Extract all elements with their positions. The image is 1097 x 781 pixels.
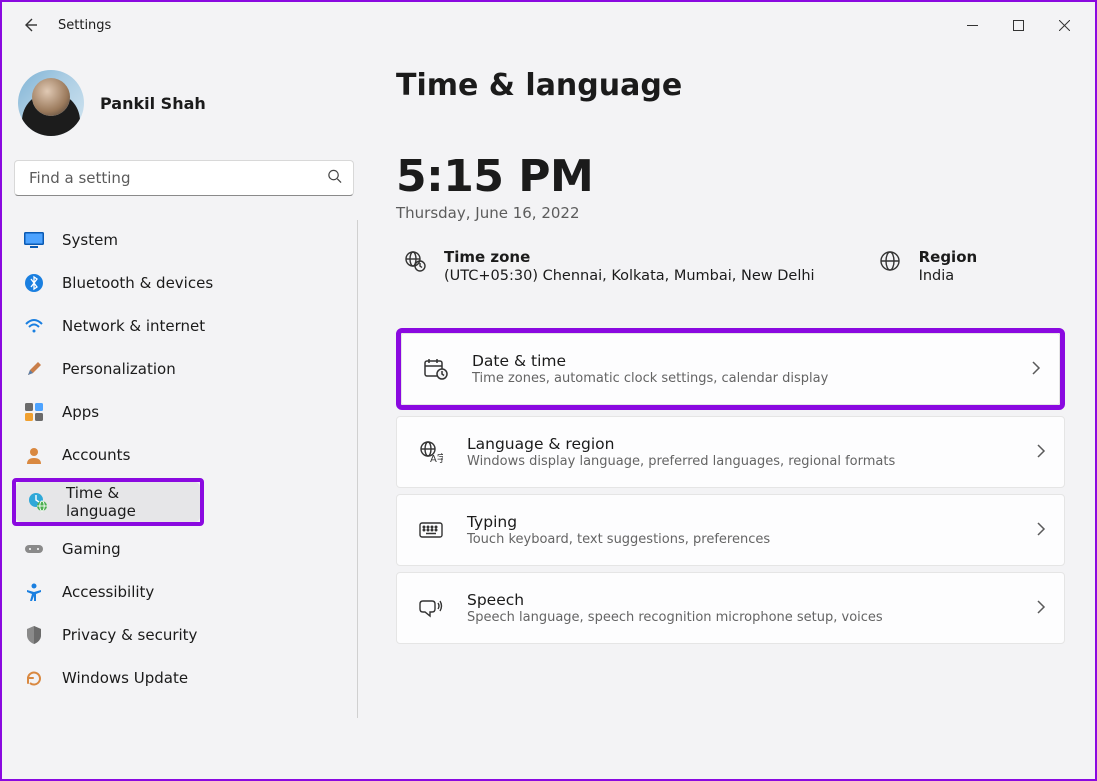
info-row: Time zone (UTC+05:30) Chennai, Kolkata, … bbox=[396, 248, 1065, 284]
sidebar-item-accounts[interactable]: Accounts bbox=[12, 435, 351, 475]
current-date: Thursday, June 16, 2022 bbox=[396, 204, 1065, 222]
shield-icon bbox=[24, 625, 44, 645]
card-title: Language & region bbox=[467, 435, 1012, 453]
calendar-clock-icon bbox=[424, 358, 448, 380]
person-icon bbox=[24, 445, 44, 465]
minimize-button[interactable] bbox=[949, 9, 995, 41]
sidebar-item-label: Accessibility bbox=[62, 583, 154, 601]
apps-icon bbox=[24, 402, 44, 422]
sidebar-item-label: Apps bbox=[62, 403, 99, 421]
search-wrap bbox=[14, 160, 354, 196]
avatar bbox=[18, 70, 84, 136]
chevron-right-icon bbox=[1031, 360, 1041, 379]
current-time: 5:15 PM bbox=[396, 151, 1065, 202]
minimize-icon bbox=[967, 20, 978, 31]
close-button[interactable] bbox=[1041, 9, 1087, 41]
region-label: Region bbox=[919, 248, 978, 266]
sidebar-item-label: Network & internet bbox=[62, 317, 205, 335]
language-region-icon: A字 bbox=[419, 441, 443, 463]
main-content: Time & language 5:15 PM Thursday, June 1… bbox=[364, 48, 1095, 779]
search-input[interactable] bbox=[14, 160, 354, 196]
update-icon bbox=[24, 668, 44, 688]
user-name: Pankil Shah bbox=[100, 94, 206, 113]
clock-globe-icon bbox=[28, 492, 48, 512]
timezone-block: Time zone (UTC+05:30) Chennai, Kolkata, … bbox=[404, 248, 815, 284]
speech-icon bbox=[419, 598, 443, 618]
sidebar-item-label: Time & language bbox=[66, 484, 188, 520]
card-sub: Touch keyboard, text suggestions, prefer… bbox=[467, 532, 1012, 547]
sidebar-item-apps[interactable]: Apps bbox=[12, 392, 351, 432]
card-typing[interactable]: Typing Touch keyboard, text suggestions,… bbox=[396, 494, 1065, 566]
sidebar-item-label: Personalization bbox=[62, 360, 176, 378]
card-list: Date & time Time zones, automatic clock … bbox=[396, 328, 1065, 644]
maximize-button[interactable] bbox=[995, 9, 1041, 41]
sidebar-item-label: Bluetooth & devices bbox=[62, 274, 213, 292]
nav: System Bluetooth & devices Network & int… bbox=[12, 220, 358, 718]
accessibility-icon bbox=[24, 582, 44, 602]
sidebar-item-label: Windows Update bbox=[62, 669, 188, 687]
sidebar-item-windows-update[interactable]: Windows Update bbox=[12, 658, 351, 698]
sidebar-item-label: Gaming bbox=[62, 540, 121, 558]
close-icon bbox=[1059, 20, 1070, 31]
user-account-block[interactable]: Pankil Shah bbox=[12, 56, 358, 160]
window-title: Settings bbox=[58, 18, 111, 33]
card-title: Speech bbox=[467, 591, 1012, 609]
search-icon bbox=[327, 169, 342, 188]
card-date-time[interactable]: Date & time Time zones, automatic clock … bbox=[401, 333, 1060, 405]
region-block: Region India bbox=[879, 248, 978, 284]
card-language-region[interactable]: A字 Language & region Windows display lan… bbox=[396, 416, 1065, 488]
sidebar-item-label: Privacy & security bbox=[62, 626, 197, 644]
sidebar-item-label: Accounts bbox=[62, 446, 130, 464]
card-title: Date & time bbox=[472, 352, 1007, 370]
chevron-right-icon bbox=[1036, 443, 1046, 462]
card-sub: Speech language, speech recognition micr… bbox=[467, 610, 1012, 625]
card-sub: Time zones, automatic clock settings, ca… bbox=[472, 371, 1007, 386]
page-title: Time & language bbox=[396, 68, 1065, 103]
back-button[interactable] bbox=[10, 5, 50, 45]
titlebar: Settings bbox=[2, 2, 1095, 48]
sidebar-item-bluetooth[interactable]: Bluetooth & devices bbox=[12, 263, 351, 303]
sidebar-item-network[interactable]: Network & internet bbox=[12, 306, 351, 346]
card-sub: Windows display language, preferred lang… bbox=[467, 454, 1012, 469]
gamepad-icon bbox=[24, 539, 44, 559]
maximize-icon bbox=[1013, 20, 1024, 31]
sidebar-item-gaming[interactable]: Gaming bbox=[12, 529, 351, 569]
card-title: Typing bbox=[467, 513, 1012, 531]
region-value: India bbox=[919, 268, 978, 284]
window-controls bbox=[949, 9, 1087, 41]
card-speech[interactable]: Speech Speech language, speech recogniti… bbox=[396, 572, 1065, 644]
timezone-value: (UTC+05:30) Chennai, Kolkata, Mumbai, Ne… bbox=[444, 268, 815, 284]
svg-text:A字: A字 bbox=[430, 452, 443, 463]
bluetooth-icon bbox=[24, 273, 44, 293]
chevron-right-icon bbox=[1036, 599, 1046, 618]
sidebar: Pankil Shah System Bluetooth & devices N… bbox=[2, 48, 364, 779]
wifi-icon bbox=[24, 316, 44, 336]
sidebar-item-system[interactable]: System bbox=[12, 220, 351, 260]
sidebar-item-privacy[interactable]: Privacy & security bbox=[12, 615, 351, 655]
timezone-icon bbox=[404, 250, 426, 276]
sidebar-item-label: System bbox=[62, 231, 118, 249]
timezone-label: Time zone bbox=[444, 248, 815, 266]
sidebar-item-time-language[interactable]: Time & language bbox=[16, 482, 200, 522]
display-icon bbox=[24, 230, 44, 250]
arrow-left-icon bbox=[22, 17, 38, 33]
globe-icon bbox=[879, 250, 901, 276]
paintbrush-icon bbox=[24, 359, 44, 379]
chevron-right-icon bbox=[1036, 521, 1046, 540]
sidebar-item-personalization[interactable]: Personalization bbox=[12, 349, 351, 389]
highlight-date-time: Date & time Time zones, automatic clock … bbox=[396, 328, 1065, 410]
keyboard-icon bbox=[419, 522, 443, 538]
sidebar-item-accessibility[interactable]: Accessibility bbox=[12, 572, 351, 612]
